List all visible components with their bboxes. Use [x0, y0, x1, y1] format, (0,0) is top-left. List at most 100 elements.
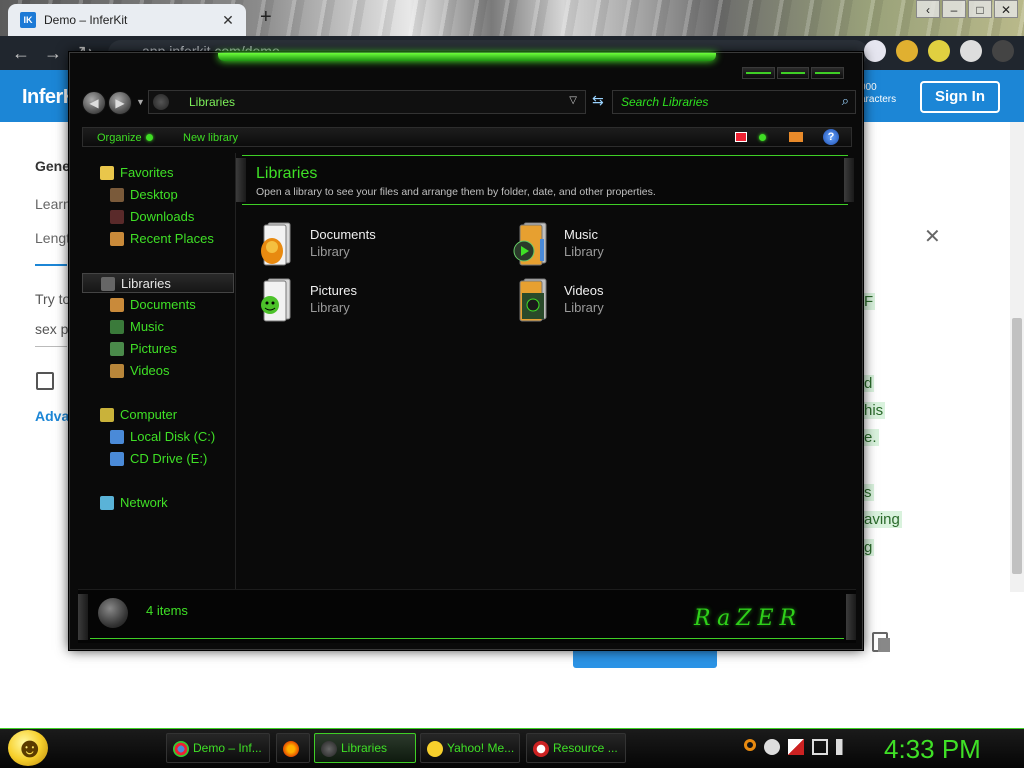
address-text[interactable]: Libraries	[189, 95, 235, 109]
start-button[interactable]	[8, 730, 48, 766]
sign-in-button[interactable]: Sign In	[920, 81, 1000, 113]
search-tray-icon[interactable]	[744, 739, 756, 751]
tab-search-button[interactable]: ‹	[916, 0, 940, 18]
sidebar-icon[interactable]	[928, 40, 950, 62]
library-item-music[interactable]: Music Library	[512, 219, 752, 271]
library-name: Documents	[310, 227, 376, 242]
library-name: Pictures	[310, 283, 357, 298]
generated-text-highlight: aving	[862, 511, 902, 528]
nav-item-libraries[interactable]: Libraries	[82, 273, 234, 293]
music-library-icon	[513, 222, 547, 266]
library-item-videos[interactable]: Videos Library	[512, 275, 752, 327]
status-tray-icon[interactable]	[764, 739, 780, 755]
profile-avatar-icon[interactable]	[960, 40, 982, 62]
taskbar-item-firefox[interactable]	[276, 733, 310, 763]
search-icon[interactable]: ⌕	[842, 93, 849, 109]
page-scrollbar-thumb[interactable]	[1012, 318, 1022, 574]
videos-library-icon	[519, 278, 547, 322]
navigation-pane: Favorites Desktop Downloads Recent Places Li…	[82, 153, 236, 589]
nav-item-videos[interactable]: Videos	[82, 361, 234, 381]
network-tray-icon[interactable]	[812, 739, 828, 755]
forward-button[interactable]: ▶	[108, 91, 132, 115]
nav-item-label: Downloads	[130, 209, 195, 224]
copy-icon[interactable]	[872, 632, 890, 652]
new-tab-button[interactable]: +	[260, 6, 272, 29]
browser-tab[interactable]: IK Demo – InferKit ✕	[8, 4, 246, 36]
library-item-pictures[interactable]: Pictures Library	[258, 275, 498, 327]
taskbar-item-libraries[interactable]: Libraries	[314, 733, 416, 763]
nav-item-label: Recent Places	[130, 231, 214, 246]
libraries-orb-icon	[153, 94, 169, 110]
view-options-dropdown-icon[interactable]	[759, 134, 766, 141]
organize-button[interactable]: Organize	[97, 132, 153, 144]
maximize-button[interactable]: □	[968, 0, 992, 18]
nav-item-label: Local Disk (C:)	[130, 429, 216, 444]
close-window-button[interactable]: ✕	[994, 0, 1018, 18]
nav-item-local-disk-c[interactable]: Local Disk (C:)	[82, 427, 234, 447]
explorer-maximize-button[interactable]	[776, 67, 810, 79]
nav-item-label: Network	[120, 495, 168, 510]
taskbar-item-chrome[interactable]: Demo – Inf...	[166, 733, 270, 763]
refresh-icon[interactable]: ⇆	[592, 92, 604, 109]
nav-item-computer[interactable]: Computer	[82, 405, 234, 425]
generate-button[interactable]	[573, 650, 717, 668]
downloads-icon	[110, 210, 124, 224]
length-slider[interactable]	[35, 264, 67, 266]
forward-arrow-icon[interactable]: →	[44, 43, 62, 64]
length-label: Lengt	[35, 230, 71, 246]
nav-item-recent-places[interactable]: Recent Places	[82, 229, 234, 249]
search-input[interactable]: Search Libraries ⌕	[612, 90, 856, 114]
status-bar: 4 items RaZER	[78, 589, 856, 643]
nav-item-pictures[interactable]: Pictures	[82, 339, 234, 359]
new-library-button[interactable]: New library	[183, 132, 238, 144]
chrome-icon	[173, 741, 189, 757]
address-dropdown-icon[interactable]: ▽	[569, 95, 577, 106]
close-icon[interactable]: ✕	[924, 224, 941, 249]
minimize-button[interactable]: –	[942, 0, 966, 18]
caption-buttons	[742, 67, 845, 79]
volume-icon[interactable]	[836, 739, 852, 755]
status-divider	[90, 638, 844, 639]
explorer-minimize-button[interactable]	[742, 67, 775, 79]
taskbar-label: Demo – Inf...	[193, 741, 262, 755]
browser-tab-title: Demo – InferKit	[44, 13, 128, 27]
help-icon[interactable]: ?	[823, 129, 839, 145]
nav-item-network[interactable]: Network	[82, 493, 234, 513]
nav-item-label: Computer	[120, 407, 178, 422]
taskbar-item-yahoo-messenger[interactable]: Yahoo! Me...	[420, 733, 520, 763]
network-icon	[100, 496, 114, 510]
menu-kebab-icon[interactable]	[992, 40, 1014, 62]
flag-extension-icon[interactable]	[864, 40, 886, 62]
back-arrow-icon[interactable]: ←	[12, 43, 30, 64]
nav-item-music[interactable]: Music	[82, 317, 234, 337]
explorer-close-button[interactable]	[811, 67, 845, 79]
nav-item-documents[interactable]: Documents	[82, 295, 234, 315]
extension-icons	[864, 40, 1014, 62]
library-item-documents[interactable]: Documents Library	[258, 219, 498, 271]
close-tab-icon[interactable]: ✕	[220, 12, 236, 29]
option-checkbox[interactable]	[36, 372, 54, 390]
nav-item-favorites[interactable]: Favorites	[82, 163, 234, 183]
nav-item-cd-drive-e[interactable]: CD Drive (E:)	[82, 449, 234, 469]
change-view-icon[interactable]	[735, 132, 747, 142]
prompt-text[interactable]: Try to	[35, 291, 70, 307]
learn-text: Learn	[35, 196, 71, 212]
content-pane: Libraries Open a library to see your fil…	[236, 153, 856, 623]
prompt-text-line[interactable]: sex p	[35, 321, 68, 337]
taskbar-clock[interactable]: 4:33 PM	[884, 734, 981, 765]
action-center-flag-icon[interactable]	[788, 739, 804, 755]
explorer-window: ◀ ▶ ▼ Libraries ▽ ⇆ Search Libraries ⌕ O…	[69, 52, 863, 650]
address-bar[interactable]: Libraries ▽	[148, 90, 586, 114]
preview-pane-icon[interactable]	[789, 132, 803, 142]
nav-item-downloads[interactable]: Downloads	[82, 207, 234, 227]
nav-item-desktop[interactable]: Desktop	[82, 185, 234, 205]
star-icon	[100, 166, 114, 180]
taskbar-item-resource-monitor[interactable]: Resource ...	[526, 733, 626, 763]
nav-item-label: Desktop	[130, 187, 178, 202]
recent-pages-dropdown-icon[interactable]: ▼	[136, 97, 145, 107]
nav-item-label: Favorites	[120, 165, 174, 180]
firefox-icon	[283, 741, 299, 757]
puzzle-extension-icon[interactable]	[896, 40, 918, 62]
back-button[interactable]: ◀	[82, 91, 106, 115]
prompt-underline	[35, 346, 67, 347]
